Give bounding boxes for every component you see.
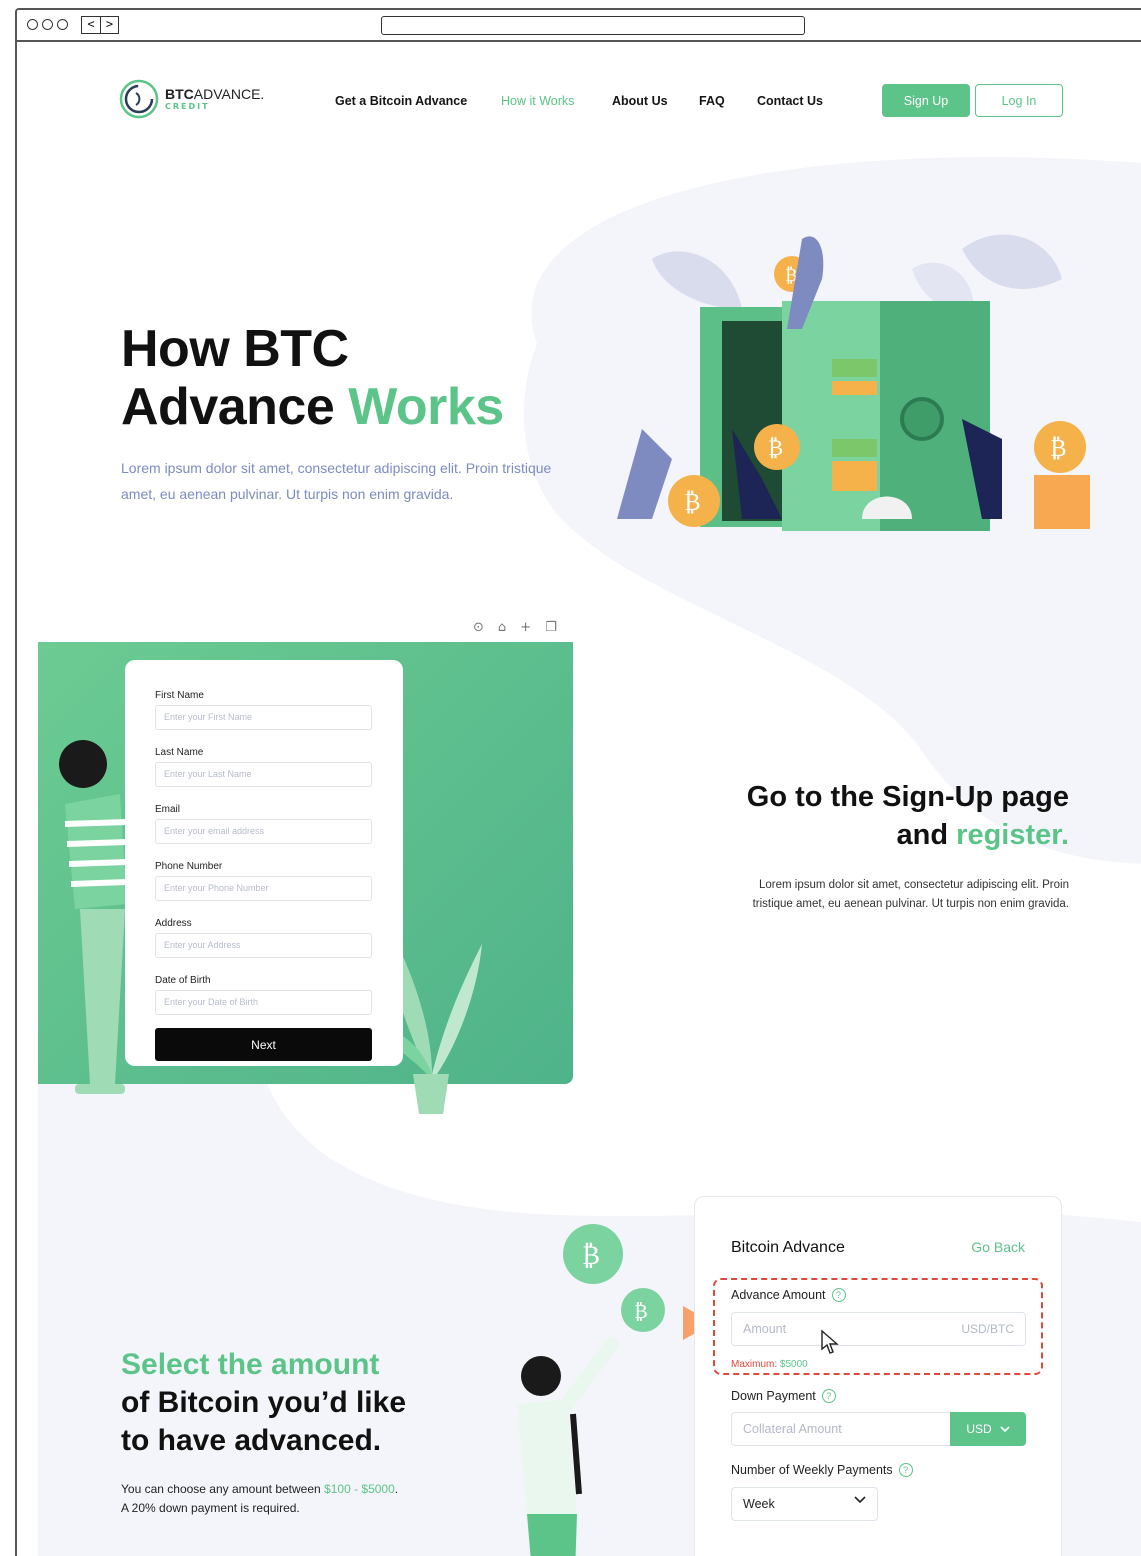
forward-button[interactable]: > [100, 17, 118, 33]
amount-section-description: You can choose any amount between $100 -… [121, 1482, 399, 1515]
last-name-label: Last Name [155, 747, 204, 758]
weekly-payments-select[interactable]: Week [731, 1487, 878, 1521]
maximum-hint: Maximum: $5000 [731, 1359, 808, 1370]
first-name-label: First Name [155, 690, 204, 701]
logo-wordmark: BTCADVANCE. [165, 86, 265, 102]
svg-text:₿: ₿ [634, 1299, 648, 1323]
email-label: Email [155, 804, 181, 815]
hero-title: How BTC Advance Works [121, 320, 504, 436]
address-field[interactable]: Enter your Address [155, 933, 372, 958]
amount-unit: USD/BTC [961, 1322, 1014, 1336]
cursor-icon [821, 1329, 839, 1354]
signup-section-title: Go to the Sign-Up page and register. [746, 781, 1069, 851]
login-button[interactable]: Log In [975, 84, 1063, 117]
advance-amount-label: Advance Amount ? [731, 1288, 846, 1302]
svg-text:₿: ₿ [768, 436, 783, 461]
chevron-down-icon [1000, 1425, 1010, 1432]
address-bar[interactable] [381, 16, 805, 35]
person-coins-illustration: ₿ ₿ [517, 1224, 665, 1556]
bitcoin-advance-card: Bitcoin Advance Go Back Advance Amount ?… [694, 1196, 1062, 1556]
nav-get-bitcoin-advance[interactable]: Get a Bitcoin Advance [335, 94, 467, 108]
phone-label: Phone Number [155, 861, 223, 872]
nav-about-us[interactable]: About Us [612, 94, 668, 108]
browser-window: < > BTCADVANCE. CREDIT Get a Bitcoin Adv… [15, 8, 1141, 1556]
logo-subtitle: CREDIT [165, 102, 210, 111]
back-button[interactable]: < [82, 17, 100, 33]
phone-field[interactable]: Enter your Phone Number [155, 876, 372, 901]
hero-description: Lorem ipsum dolor sit amet, consectetur … [121, 460, 552, 502]
vault-illustration: ₿ ₿ ₿ ₿ [617, 234, 1090, 531]
svg-text:₿: ₿ [684, 488, 701, 516]
chevron-down-icon [854, 1496, 866, 1504]
logo-icon [119, 79, 159, 119]
email-field[interactable]: Enter your email address [155, 819, 372, 844]
svg-text:₿: ₿ [582, 1241, 600, 1271]
help-icon[interactable]: ? [831, 1288, 846, 1302]
dob-label: Date of Birth [155, 975, 211, 986]
signup-form-card: First Name Enter your First Name Last Na… [125, 660, 403, 1066]
nav-contact-us[interactable]: Contact Us [757, 94, 823, 108]
amount-input[interactable]: Amount USD/BTC [731, 1312, 1026, 1346]
section-toolbar: ⊙ ⌂ + ❐ [473, 620, 557, 635]
brand-logo[interactable]: BTCADVANCE. CREDIT [119, 79, 264, 119]
currency-dropdown[interactable]: USD [950, 1412, 1026, 1446]
collateral-amount-input[interactable]: Collateral Amount [731, 1412, 953, 1446]
last-name-field[interactable]: Enter your Last Name [155, 762, 372, 787]
window-dot[interactable] [57, 19, 68, 30]
signup-section-description: Lorem ipsum dolor sit amet, consectetur … [752, 879, 1069, 910]
go-back-link[interactable]: Go Back [971, 1239, 1025, 1255]
dob-field[interactable]: Enter your Date of Birth [155, 990, 372, 1015]
signup-button[interactable]: Sign Up [882, 84, 970, 117]
weekly-payments-label: Number of Weekly Payments ? [731, 1463, 913, 1477]
next-button[interactable]: Next [155, 1028, 372, 1061]
help-icon[interactable]: ? [821, 1389, 836, 1403]
nav-faq[interactable]: FAQ [699, 94, 725, 108]
delete-icon[interactable]: ⌂ [498, 620, 506, 635]
window-dot[interactable] [27, 19, 38, 30]
browser-chrome: < > [17, 10, 1141, 42]
settings-icon[interactable]: ⊙ [473, 620, 484, 635]
advance-card-title: Bitcoin Advance [731, 1239, 845, 1256]
amount-section-title: Select the amount of Bitcoin you’d like … [121, 1348, 407, 1457]
help-icon[interactable]: ? [898, 1463, 913, 1477]
add-icon[interactable]: + [520, 620, 531, 635]
duplicate-icon[interactable]: ❐ [545, 620, 557, 635]
nav-how-it-works[interactable]: How it Works [501, 94, 574, 108]
browser-nav-buttons: < > [81, 16, 119, 34]
window-dot[interactable] [42, 19, 53, 30]
first-name-field[interactable]: Enter your First Name [155, 705, 372, 730]
svg-text:₿: ₿ [1050, 434, 1067, 462]
down-payment-label: Down Payment ? [731, 1389, 836, 1403]
window-controls [27, 19, 68, 30]
address-label: Address [155, 918, 192, 929]
page-content: BTCADVANCE. CREDIT Get a Bitcoin Advance… [17, 44, 1141, 1556]
